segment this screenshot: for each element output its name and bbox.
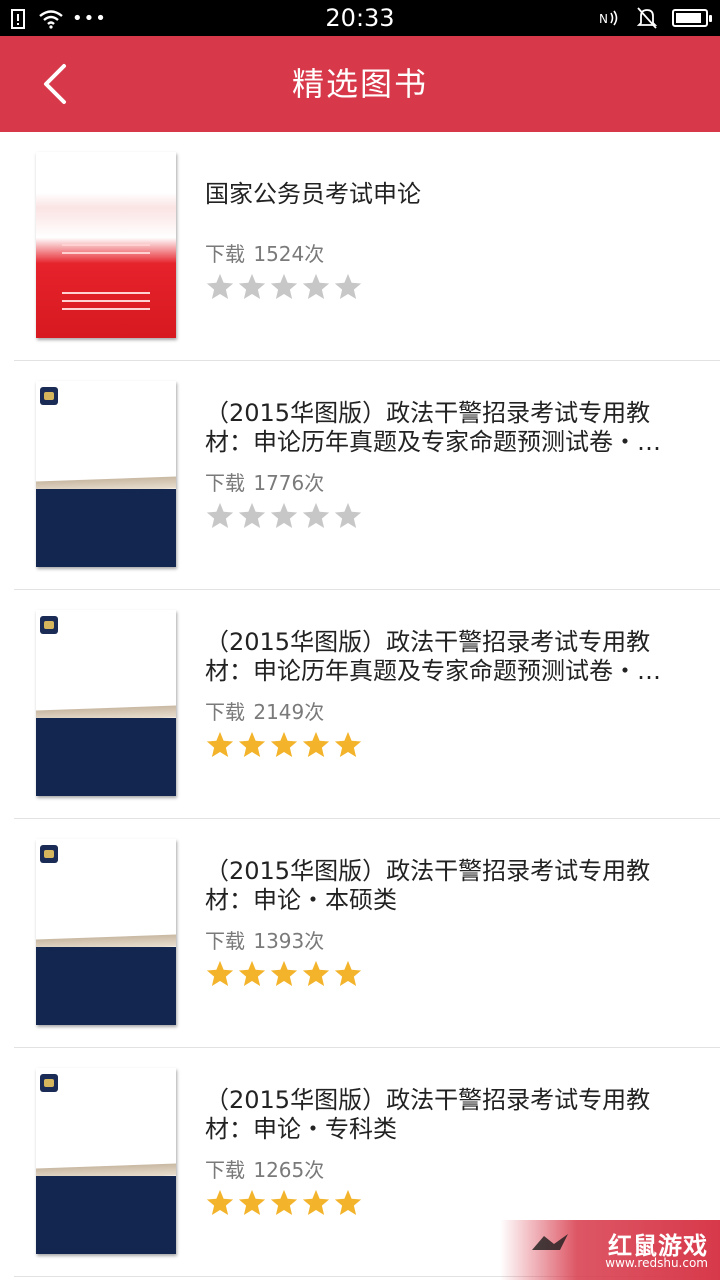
- star-empty-icon: [238, 502, 266, 528]
- download-count: 下载 1776次: [205, 467, 324, 496]
- publisher-emblem-icon: [40, 616, 58, 634]
- book-cover-image: [36, 610, 176, 796]
- star-empty-icon: [334, 502, 362, 528]
- download-count: 下载 1524次: [205, 238, 324, 267]
- star-empty-icon: [302, 502, 330, 528]
- rating-stars: [205, 1188, 363, 1220]
- app-bar: 精选图书: [0, 36, 720, 132]
- status-bar: ••• 20:33 N: [0, 0, 720, 36]
- download-number: 1265次: [253, 1158, 325, 1182]
- download-label: 下载: [205, 1158, 245, 1182]
- book-cover-image: [36, 839, 176, 1025]
- star-filled-icon: [206, 731, 234, 757]
- star-empty-icon: [206, 502, 234, 528]
- silent-bell-icon: [636, 7, 658, 29]
- download-number: 1776次: [253, 471, 325, 495]
- star-filled-icon: [206, 960, 234, 986]
- star-empty-icon: [270, 273, 298, 299]
- rating-stars: [205, 501, 363, 533]
- book-title: （2015华图版）政法干警招录考试专用教材：申论・专科类: [205, 1086, 651, 1143]
- download-count: 下载 2149次: [205, 696, 324, 725]
- book-title: （2015华图版）政法干警招录考试专用教材：申论历年真题及专家命题预测试卷・…: [205, 399, 661, 456]
- book-list-item[interactable]: 国家公务员考试申论 下载 1524次: [0, 132, 720, 361]
- rating-stars: [205, 959, 363, 991]
- book-title: （2015华图版）政法干警招录考试专用教材：申论・本硕类: [205, 857, 651, 914]
- download-label: 下载: [205, 700, 245, 724]
- svg-text:N: N: [599, 12, 608, 26]
- battery-icon: [672, 9, 712, 27]
- star-filled-icon: [270, 960, 298, 986]
- star-filled-icon: [302, 960, 330, 986]
- star-empty-icon: [238, 273, 266, 299]
- star-filled-icon: [270, 1189, 298, 1215]
- star-filled-icon: [238, 1189, 266, 1215]
- rating-stars: [205, 730, 363, 762]
- publisher-emblem-icon: [40, 387, 58, 405]
- star-empty-icon: [206, 273, 234, 299]
- book-list-item[interactable]: （2015华图版）政法干警招录考试专用教材：申论历年真题及专家命题预测试卷・… 下…: [0, 590, 720, 819]
- download-label: 下载: [205, 242, 245, 266]
- download-number: 1393次: [253, 929, 325, 953]
- star-empty-icon: [334, 273, 362, 299]
- book-list-item[interactable]: （2015华图版）政法干警招录考试专用教材：申论・本硕类下载 1393次: [0, 819, 720, 1048]
- star-filled-icon: [270, 731, 298, 757]
- book-title: 国家公务员考试申论: [205, 180, 421, 208]
- star-filled-icon: [238, 960, 266, 986]
- publisher-emblem-icon: [40, 1074, 58, 1092]
- download-count: 下载 1265次: [205, 1154, 324, 1183]
- star-filled-icon: [302, 731, 330, 757]
- nfc-icon: N: [599, 10, 618, 26]
- download-number: 2149次: [253, 700, 325, 724]
- star-filled-icon: [206, 1189, 234, 1215]
- star-filled-icon: [302, 1189, 330, 1215]
- star-filled-icon: [238, 731, 266, 757]
- download-count: 下载 1393次: [205, 925, 324, 954]
- star-empty-icon: [302, 273, 330, 299]
- battery-fill: [676, 13, 701, 23]
- watermark-mouse-icon: [532, 1234, 568, 1250]
- watermark-url: www.redshu.com: [605, 1256, 708, 1270]
- star-filled-icon: [334, 1189, 362, 1215]
- download-label: 下载: [205, 929, 245, 953]
- star-empty-icon: [270, 502, 298, 528]
- publisher-emblem-icon: [40, 845, 58, 863]
- watermark: 红鼠游戏 www.redshu.com: [500, 1220, 720, 1280]
- download-number: 1524次: [253, 242, 325, 266]
- book-cover-image: [36, 1068, 176, 1254]
- book-list: 国家公务员考试申论 下载 1524次 （2015华图版）政法干警招录考试专用教材：申…: [0, 132, 720, 1277]
- book-title: （2015华图版）政法干警招录考试专用教材：申论历年真题及专家命题预测试卷・…: [205, 628, 661, 685]
- book-cover-image: [36, 152, 176, 338]
- star-filled-icon: [334, 960, 362, 986]
- book-list-item[interactable]: （2015华图版）政法干警招录考试专用教材：申论历年真题及专家命题预测试卷・… 下…: [0, 361, 720, 590]
- rating-stars: [205, 272, 363, 304]
- status-right-icons: N: [598, 6, 712, 30]
- star-filled-icon: [334, 731, 362, 757]
- page-title: 精选图书: [291, 65, 428, 103]
- book-cover-image: [36, 381, 176, 567]
- download-label: 下载: [205, 471, 245, 495]
